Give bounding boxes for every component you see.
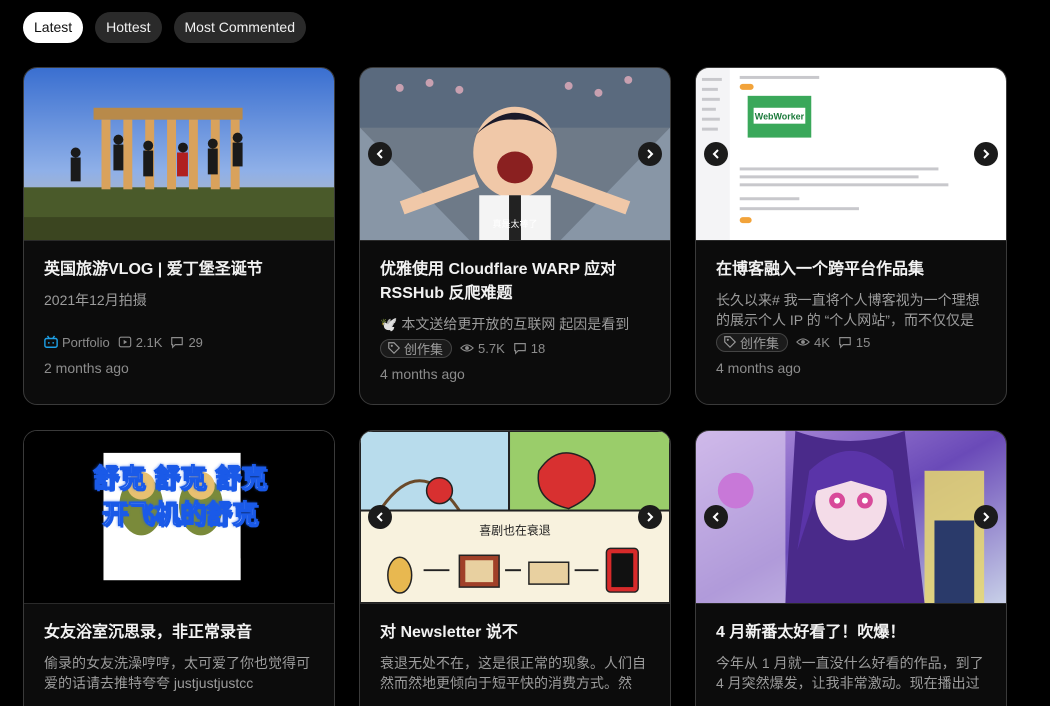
svg-text:真是太棒了: 真是太棒了 [493, 218, 538, 230]
view-count: 2.1K [118, 334, 163, 350]
caption-line-1: 舒克 舒克 舒克 [92, 464, 268, 495]
chevron-right-icon [983, 149, 990, 159]
post-title[interactable]: 4 月新番太好看了！吹爆！ [716, 621, 986, 645]
post-description: 🕊️ 本文送给更开放的互联网 起因是看到 [380, 316, 630, 332]
post-thumbnail: WebWorker [696, 68, 1006, 241]
post-thumbnail: 舒克 舒克 舒克 开飞机的舒克 [24, 431, 334, 604]
chevron-left-icon [376, 512, 383, 522]
carousel-prev-button[interactable] [368, 142, 392, 166]
carousel-next-button[interactable] [638, 505, 662, 529]
category-label: 创作集 [404, 341, 444, 357]
post-title[interactable]: 对 Newsletter 说不 [380, 621, 650, 645]
chevron-right-icon [647, 149, 654, 159]
svg-text:WebWorker: WebWorker [755, 112, 805, 122]
eye-icon [460, 344, 474, 352]
post-description: 今年从 1 月就一直没什么好看的作品，到了 4 月突然爆发，让我非常激动。现在播… [716, 655, 984, 691]
post-meta: Portfolio 2.1K 29 [44, 332, 314, 352]
post-description: 2021年12月拍摄 [44, 292, 147, 308]
post-card[interactable]: 舒克 舒克 舒克 开飞机的舒克 女友浴室沉思录，非正常录音 偷录的女友洗澡哼哼，… [23, 430, 335, 706]
tag-icon [388, 342, 401, 355]
carousel-prev-button[interactable] [368, 505, 392, 529]
chevron-right-icon [647, 512, 654, 522]
post-description: 偷录的女友洗澡哼哼，太可爱了你也觉得可爱的话请去推特夸夸 justjustjus… [44, 655, 310, 691]
post-meta: 创作集 4K 15 [716, 332, 986, 352]
comment-count: 15 [838, 335, 870, 350]
post-card[interactable]: 4 月新番太好看了！吹爆！ 今年从 1 月就一直没什么好看的作品，到了 4 月突… [695, 430, 1007, 706]
view-count-value: 2.1K [135, 334, 163, 350]
tag-icon [724, 336, 737, 349]
category-chip[interactable]: 创作集 [380, 338, 453, 358]
comment-count: 18 [513, 341, 545, 356]
comment-icon [171, 337, 184, 349]
tab-most-commented[interactable]: Most Commented [173, 12, 306, 43]
chevron-right-icon [983, 512, 990, 522]
play-icon [118, 336, 131, 348]
carousel-next-button[interactable] [638, 142, 662, 166]
view-count: 4K [796, 335, 830, 350]
post-thumbnail [696, 431, 1006, 604]
post-thumbnail: 喜剧也在衰退 [360, 431, 670, 604]
post-time: 4 months ago [380, 366, 465, 382]
eye-icon [796, 338, 810, 346]
post-title[interactable]: 在博客融入一个跨平台作品集 [716, 258, 986, 282]
sort-tabs: Latest Hottest Most Commented [23, 12, 306, 43]
comment-count-value: 18 [530, 340, 546, 356]
carousel-next-button[interactable] [974, 505, 998, 529]
caption-line-2: 开飞机的舒克 [101, 500, 258, 531]
post-time: 2 months ago [44, 360, 129, 376]
comment-icon [513, 343, 526, 355]
post-title[interactable]: 优雅使用 Cloudflare WARP 应对 RSSHub 反爬难题 [380, 258, 650, 306]
comment-count-value: 15 [855, 334, 871, 350]
chevron-left-icon [712, 512, 719, 522]
view-count-value: 5.7K [478, 340, 505, 356]
category-chip[interactable]: 创作集 [716, 332, 789, 352]
carousel-prev-button[interactable] [704, 142, 728, 166]
carousel-next-button[interactable] [974, 142, 998, 166]
post-category[interactable]: Portfolio [44, 335, 110, 350]
category-label: 创作集 [740, 335, 780, 351]
post-description: 衰退无处不在，这是很正常的现象。人们自然而然地更倾向于短平快的消费方式。然 [380, 655, 646, 691]
post-card[interactable]: 喜剧也在衰退 对 Newsletter 说不 衰退无处不在，这是很正常的现象。人… [359, 430, 671, 706]
post-title[interactable]: 英国旅游VLOG | 爱丁堡圣诞节 [44, 258, 314, 282]
view-count: 5.7K [460, 341, 505, 356]
post-card[interactable]: 英国旅游VLOG | 爱丁堡圣诞节 2021年12月拍摄 Portfolio 2… [23, 67, 335, 405]
view-count-value: 4K [814, 334, 830, 350]
thumbnail-caption: 喜剧也在衰退 [479, 523, 551, 537]
post-description: 长久以来# 我一直将个人博客视为一个理想的展示个人 IP 的 “个人网站”，而不… [716, 292, 980, 328]
post-card[interactable]: 真是太棒了 优雅使用 Cloudflare WARP 应对 RSSHub 反爬难… [359, 67, 671, 405]
tab-latest[interactable]: Latest [23, 12, 84, 43]
comment-count: 29 [170, 334, 203, 350]
category-label: Portfolio [62, 334, 110, 350]
post-time: 4 months ago [716, 360, 801, 376]
thumbnail-caption: 舒克 舒克 舒克 开飞机的舒克 [24, 461, 334, 533]
comment-count-value: 29 [188, 334, 203, 350]
post-meta: 创作集 5.7K 18 [380, 338, 650, 358]
post-thumbnail: 真是太棒了 [360, 68, 670, 241]
post-title[interactable]: 女友浴室沉思录，非正常录音 [44, 621, 314, 645]
carousel-prev-button[interactable] [704, 505, 728, 529]
comment-icon [839, 337, 851, 349]
bilibili-icon [44, 335, 58, 348]
tab-hottest[interactable]: Hottest [95, 12, 162, 43]
chevron-left-icon [712, 149, 719, 159]
post-card[interactable]: WebWorker 在博客融入一个跨平台作品集 长久以来# 我一直将个人博客视为… [695, 67, 1007, 405]
post-thumbnail [24, 68, 334, 241]
chevron-left-icon [376, 149, 383, 159]
